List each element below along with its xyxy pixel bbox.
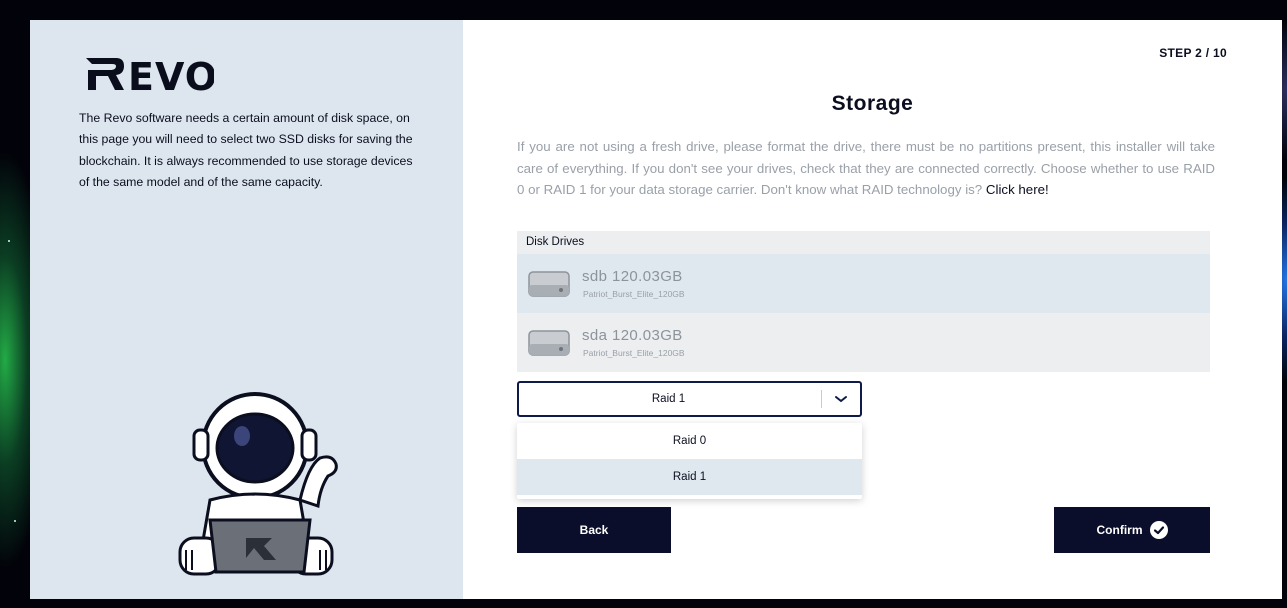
raid-select[interactable]: Raid 1 (517, 381, 862, 417)
hard-drive-icon (528, 330, 570, 356)
description-text: If you are not using a fresh drive, plea… (517, 139, 1215, 198)
raid-select-value: Raid 1 (651, 393, 686, 405)
back-button[interactable]: Back (517, 507, 671, 553)
disk-drives-list: Disk Drives sdb 120.03GB Patriot_Burst_E… (517, 231, 1210, 372)
hard-drive-icon (528, 271, 570, 297)
star (14, 520, 16, 522)
drive-item-sda[interactable]: sda 120.03GB Patriot_Burst_Elite_120GB (517, 313, 1210, 372)
back-button-label: Back (579, 523, 609, 537)
step-indicator: STEP 2 / 10 (1159, 46, 1227, 60)
raid-option-1[interactable]: Raid 1 (517, 459, 862, 495)
raid-option-0[interactable]: Raid 0 (517, 423, 862, 459)
revo-logo-mark: EVO (86, 55, 217, 99)
check-circle-icon (1149, 521, 1168, 539)
drive-item-sdb[interactable]: sdb 120.03GB Patriot_Burst_Elite_120GB (517, 254, 1210, 313)
page-title: Storage (831, 92, 914, 115)
confirm-button[interactable]: Confirm (1054, 507, 1210, 553)
installer-window: EVO The Revo software needs a certain am… (30, 20, 1282, 599)
astronaut-mascot-illustration (178, 392, 338, 576)
drive-name: sda 120.03GB (582, 327, 683, 344)
svg-text:EVO: EVO (128, 55, 214, 94)
drive-model: Patriot_Burst_Elite_120GB (583, 348, 685, 358)
raid-help-link[interactable]: Click here! (986, 182, 1049, 197)
intro-text: The Revo software needs a certain amount… (79, 111, 413, 190)
drive-name: sdb 120.03GB (582, 268, 683, 285)
disk-drives-header: Disk Drives (526, 236, 585, 248)
storage-description: If you are not using a fresh drive, plea… (517, 136, 1215, 201)
revo-logo: EVO (82, 54, 217, 105)
raid-options-menu: Raid 0 Raid 1 (517, 423, 862, 499)
select-separator (821, 390, 822, 408)
storage-panel: STEP 2 / 10 Storage If you are not using… (463, 20, 1282, 599)
info-panel: EVO The Revo software needs a certain am… (30, 20, 463, 599)
confirm-button-label: Confirm (1096, 523, 1143, 537)
chevron-down-icon[interactable] (833, 392, 849, 406)
drive-model: Patriot_Burst_Elite_120GB (583, 289, 685, 299)
star (8, 240, 10, 242)
